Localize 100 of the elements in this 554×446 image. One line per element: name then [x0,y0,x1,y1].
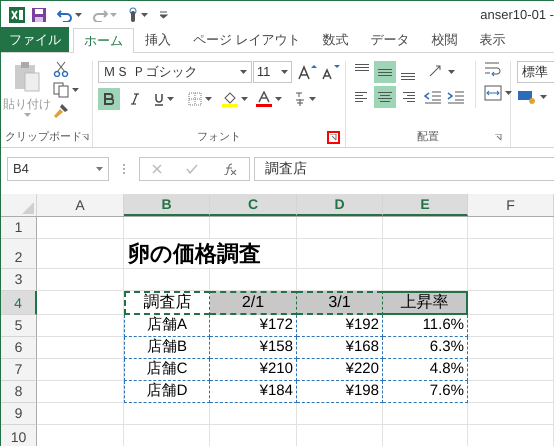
column-header[interactable]: A [37,194,124,216]
caret-icon[interactable] [72,88,79,92]
caret-icon[interactable] [241,97,248,101]
table-header-cell[interactable]: 2/1 [210,291,297,315]
table-cell: 6.3% [383,337,468,359]
ribbon-tab[interactable]: データ [360,27,421,52]
borders-icon[interactable] [188,92,202,106]
number-format-field[interactable]: 標準 [517,61,554,83]
bold-button[interactable] [98,88,120,110]
vertical-align-icon [355,64,369,71]
phonetic-guide-icon[interactable] [294,91,306,107]
launcher-arrow-icon [495,134,502,140]
vertical-align-button[interactable] [374,61,396,83]
caret-icon[interactable] [96,166,103,170]
ribbon-tab[interactable]: 表示 [468,27,517,52]
row-header[interactable]: 4 [1,291,37,315]
caret-icon[interactable] [281,70,288,74]
empty-cell[interactable] [383,217,468,239]
column-header[interactable]: E [383,194,468,216]
undo-icon[interactable] [57,8,73,22]
insert-function-icon[interactable] [222,162,237,174]
empty-cell[interactable] [124,403,210,425]
empty-cell[interactable] [297,403,383,425]
table-header-cell[interactable]: 調査店 [124,291,210,315]
caret-icon[interactable] [505,91,512,95]
empty-cell[interactable] [297,239,383,269]
customize-toolbar-icon[interactable] [160,10,168,18]
excel-logo-icon[interactable] [9,6,25,22]
ribbon-tab[interactable]: 挿入 [134,27,182,52]
caret-icon[interactable] [275,97,282,101]
row-header[interactable]: 10 [1,425,37,446]
horizontal-align-button[interactable] [374,86,396,108]
row-header[interactable]: 1 [1,217,37,239]
empty-cell[interactable] [383,403,468,425]
touch-mode-icon[interactable] [127,6,139,22]
increase-indent-icon[interactable] [447,90,465,104]
caret-icon[interactable] [167,97,174,101]
column-header[interactable]: B [124,194,210,216]
column-header[interactable]: C [210,194,297,216]
empty-cell[interactable] [124,217,210,239]
redo-icon[interactable] [92,8,108,22]
formula-field[interactable]: 調査店 [254,156,554,180]
row-header[interactable]: 8 [1,381,37,403]
wrap-text-icon[interactable] [484,61,502,77]
caret-icon[interactable] [448,70,455,74]
dialog-launcher[interactable] [327,130,340,144]
caret-icon[interactable] [540,95,547,99]
table-header-cell[interactable]: 上昇率 [383,291,468,315]
caret-icon[interactable] [240,70,247,74]
font-size-field[interactable]: 11 [252,61,292,83]
file-tab[interactable]: ファイル [1,27,69,52]
empty-cell[interactable] [297,217,383,239]
row-header[interactable]: 6 [1,337,37,359]
italic-icon [131,93,139,105]
empty-cell[interactable] [468,359,554,381]
row-header[interactable]: 5 [1,315,37,337]
caret-icon[interactable] [141,12,148,16]
empty-cell[interactable] [468,337,554,359]
empty-cell[interactable] [468,403,554,425]
row-header[interactable]: 3 [1,269,37,291]
empty-cell[interactable] [210,403,297,425]
empty-cell[interactable] [468,239,554,269]
fill-color-icon[interactable] [222,91,238,107]
table-cell: ¥172 [210,315,297,337]
row-header[interactable]: 2 [1,239,37,269]
ribbon-tab[interactable]: 校閲 [420,27,469,52]
merge-center-icon[interactable] [484,85,502,101]
row-header[interactable]: 7 [1,359,37,381]
table-header-cell[interactable]: 3/1 [297,291,383,315]
caret-icon[interactable] [75,12,82,16]
grip-icon[interactable] [122,162,126,174]
scissors-icon[interactable] [53,61,69,77]
empty-cell[interactable] [210,217,297,239]
ribbon-tab[interactable]: ページ レイアウト [182,27,312,52]
font-name-field[interactable]: ＭＳ Ｐゴシック [98,61,252,83]
table-cell: 4.8% [383,359,468,381]
caret-icon[interactable] [309,97,316,101]
group-label: フォント [197,130,241,145]
check-icon[interactable] [186,164,198,174]
format-painter-icon[interactable] [53,103,69,119]
empty-cell[interactable] [468,269,554,291]
copy-icon[interactable] [53,82,69,98]
grow-font-icon[interactable] [297,63,317,81]
caret-icon[interactable] [205,97,212,101]
currency-format-icon[interactable] [517,89,537,105]
decrease-indent-icon[interactable] [424,90,442,104]
shrink-font-icon[interactable] [320,63,340,81]
empty-cell[interactable] [383,239,468,269]
name-box[interactable]: B4 [7,156,109,180]
empty-cell[interactable] [468,217,554,239]
empty-cell[interactable] [468,381,554,403]
column-header[interactable]: D [297,194,383,216]
ribbon-tab[interactable]: ホーム [73,28,134,53]
vertical-align-icon [378,68,392,76]
ribbon-tab[interactable]: 数式 [312,27,360,52]
empty-cell[interactable] [468,315,554,337]
row-header[interactable]: 9 [1,403,37,425]
save-icon[interactable] [31,6,47,22]
font-color-icon[interactable] [256,91,272,107]
column-header[interactable]: F [468,194,554,216]
